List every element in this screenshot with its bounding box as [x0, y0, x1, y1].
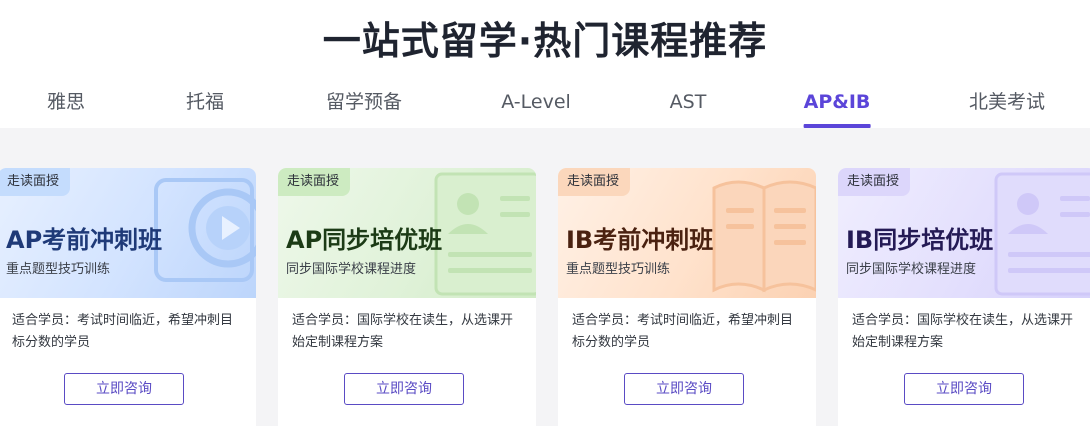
card-header: 走读面授 AP同步培优班 同步国际学校课程进度	[278, 168, 536, 298]
card-badge: 走读面授	[0, 168, 71, 196]
person-board-icon	[434, 172, 536, 296]
course-card-ap-sync: 走读面授 AP同步培优班 同步国际学校课程进度 适合学员：国际学校在读生，从选课…	[278, 168, 536, 438]
card-title: IB同步培优班	[846, 226, 994, 254]
card-description: 适合学员：国际学校在读生，从选课开始定制课程方案	[292, 313, 514, 350]
consult-button[interactable]: 立即咨询	[624, 373, 744, 405]
card-subtitle: 同步国际学校课程进度	[846, 262, 977, 277]
tab-a-level[interactable]: A-Level	[501, 86, 571, 128]
open-book-icon	[712, 180, 816, 293]
course-tabs: 雅思 托福 留学预备 A-Level AST AP&IB 北美考试	[0, 86, 1090, 128]
tab-ap-ib-label: AP&IB	[803, 91, 871, 113]
card-header: 走读面授 AP考前冲刺班 重点题型技巧训练	[0, 168, 256, 298]
card-subtitle: 同步国际学校课程进度	[286, 262, 417, 277]
tab-ast[interactable]: AST	[670, 86, 707, 128]
card-badge: 走读面授	[558, 168, 631, 196]
card-header: 走读面授 IB同步培优班 同步国际学校课程进度	[838, 168, 1090, 298]
card-title: IB考前冲刺班	[566, 226, 714, 254]
consult-button[interactable]: 立即咨询	[904, 373, 1024, 405]
course-card-ap-sprint: 走读面授 AP考前冲刺班 重点题型技巧训练 适合学员：考试时间临近，希望冲刺目标…	[0, 168, 256, 438]
course-card-ib-sprint: 走读面授 IB考前冲刺班 重点题型技巧训练 适合学员：考试时间临近，希望冲刺目标…	[558, 168, 816, 438]
consult-button[interactable]: 立即咨询	[64, 373, 184, 405]
card-badge: 走读面授	[278, 168, 351, 196]
tab-ap-ib[interactable]: AP&IB	[803, 86, 871, 128]
course-card-ib-sync: 走读面授 IB同步培优班 同步国际学校课程进度 适合学员：国际学校在读生，从选课…	[838, 168, 1090, 438]
card-description: 适合学员：考试时间临近，希望冲刺目标分数的学员	[12, 313, 234, 350]
card-subtitle: 重点题型技巧训练	[6, 262, 111, 277]
card-description: 适合学员：考试时间临近，希望冲刺目标分数的学员	[572, 313, 794, 350]
tab-toefl[interactable]: 托福	[186, 86, 224, 128]
tab-north-america-exams[interactable]: 北美考试	[969, 86, 1045, 128]
card-title: AP同步培优班	[286, 226, 443, 254]
card-badge: 走读面授	[838, 168, 911, 196]
card-description: 适合学员：国际学校在读生，从选课开始定制课程方案	[852, 313, 1074, 350]
consult-button[interactable]: 立即咨询	[344, 373, 464, 405]
video-play-icon	[154, 178, 256, 282]
page-title: 一站式留学·热门课程推荐	[322, 19, 768, 63]
card-subtitle: 重点题型技巧训练	[566, 262, 671, 277]
tab-study-prep[interactable]: 留学预备	[326, 86, 402, 128]
tab-ielts[interactable]: 雅思	[47, 86, 85, 128]
person-board-icon	[994, 172, 1090, 296]
card-title: AP考前冲刺班	[6, 226, 163, 254]
card-header: 走读面授 IB考前冲刺班 重点题型技巧训练	[558, 168, 816, 298]
